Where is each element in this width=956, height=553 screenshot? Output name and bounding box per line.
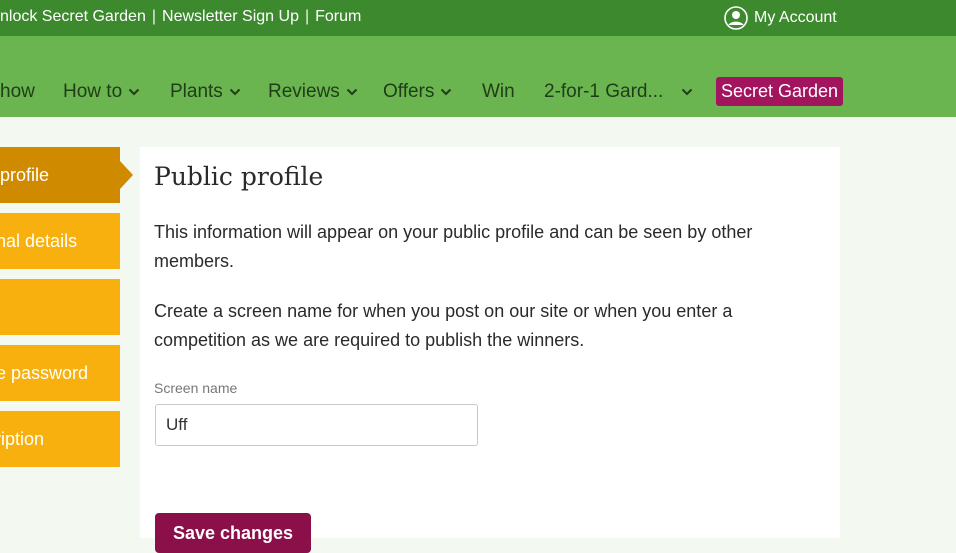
- public-profile-panel: Public profile This information will app…: [140, 147, 840, 553]
- intro-paragraph: This information will appear on your pub…: [154, 222, 753, 271]
- top-links: nlock Secret Garden | Newsletter Sign Up | F…: [0, 8, 361, 26]
- nav-item-label: how: [0, 81, 35, 102]
- separator: |: [304, 8, 310, 25]
- chevron-down-icon: [346, 88, 358, 96]
- separator: |: [151, 8, 157, 25]
- page-title: Public profile: [154, 162, 324, 191]
- nav-item-label: Plants: [170, 81, 223, 102]
- nav-item-grow-how[interactable]: how: [0, 81, 35, 103]
- sidebar-item-label: ge password: [0, 363, 89, 383]
- screen-name-label: Screen name: [154, 380, 238, 396]
- my-account-label: My Account: [754, 9, 837, 26]
- nav-item-label: 2-for-1 Gard...: [544, 81, 664, 102]
- sidebar-item-label: cription: [0, 429, 45, 449]
- nav-item-label: Win: [482, 81, 515, 102]
- nav-item-label: Offers: [383, 81, 435, 102]
- chevron-down-icon: [128, 88, 140, 96]
- screen-name-info-paragraph: Create a screen name for when you post o…: [154, 301, 733, 350]
- secret-garden-button[interactable]: Secret Garden: [716, 77, 844, 106]
- nav-item-reviews[interactable]: Reviews: [268, 81, 358, 103]
- nav-item-win[interactable]: Win: [482, 81, 515, 103]
- forum-link[interactable]: Forum: [315, 8, 361, 25]
- nav-item-label: Reviews: [268, 81, 340, 102]
- nav-item-label: How to: [63, 81, 123, 102]
- main-nav: how How to Plants Reviews Offers Win 2-f…: [0, 62, 956, 117]
- chevron-down-icon: [682, 88, 693, 96]
- nav-item-offers[interactable]: Offers: [383, 81, 452, 103]
- sidebar-item-label: onal details: [0, 231, 78, 251]
- save-changes-button[interactable]: Save changes: [155, 513, 311, 553]
- nav-item-plants[interactable]: Plants: [170, 81, 241, 103]
- sidebar-item-change-password[interactable]: ge password: [0, 345, 120, 401]
- sidebar-item-subscription[interactable]: cription: [0, 411, 120, 467]
- header-band: [0, 36, 956, 62]
- chevron-down-icon: [441, 88, 452, 96]
- sidebar-item-personal-details[interactable]: onal details: [0, 213, 120, 269]
- sidebar-item-public-profile[interactable]: c profile: [0, 147, 133, 203]
- unlock-secret-garden-link[interactable]: nlock Secret Garden: [0, 8, 146, 25]
- sidebar-item-s[interactable]: s: [0, 279, 120, 335]
- user-circle-icon: [724, 6, 748, 30]
- nav-item-how-to[interactable]: How to: [63, 81, 140, 103]
- newsletter-signup-link[interactable]: Newsletter Sign Up: [162, 8, 299, 25]
- chevron-down-icon: [229, 88, 241, 96]
- nav-item-2-for-1[interactable]: 2-for-1 Gard...: [544, 81, 693, 103]
- screen-name-input[interactable]: [155, 404, 478, 446]
- top-utility-bar: nlock Secret Garden | Newsletter Sign Up | F…: [0, 0, 956, 36]
- my-account-link[interactable]: My Account: [724, 6, 837, 30]
- sidebar-item-label: c profile: [0, 165, 50, 185]
